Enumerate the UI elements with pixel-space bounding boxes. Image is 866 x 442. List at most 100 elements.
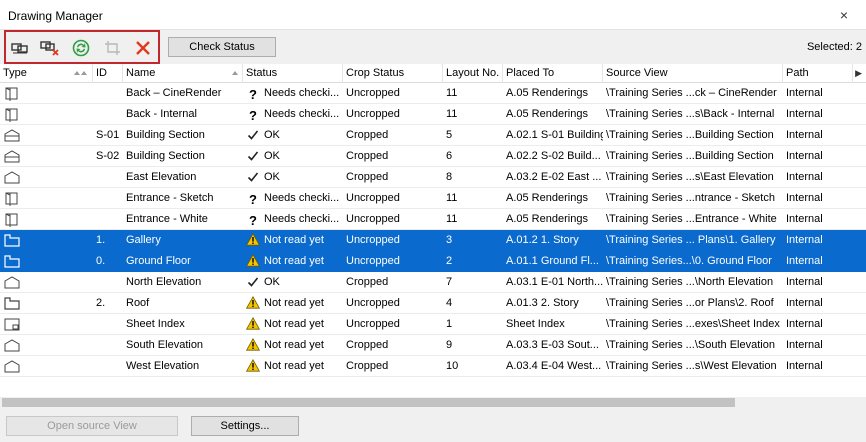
column-header-layout-no[interactable]: Layout No. — [443, 64, 503, 83]
cell-status: Not read yet — [243, 314, 343, 335]
cell-layout-no: 3 — [446, 234, 453, 246]
scroll-right-arrow-icon[interactable]: ▶ — [855, 68, 862, 79]
column-header-name[interactable]: Name — [123, 64, 243, 83]
cell-id — [93, 167, 123, 188]
table-row[interactable]: S-01 Building Section OK Cropped 5 A.02.1 S-0… — [0, 125, 866, 146]
status-text: Needs checki... — [264, 213, 340, 225]
cell-status: Not read yet — [243, 230, 343, 251]
cell-path: Internal — [786, 297, 823, 309]
status-text: Not read yet — [264, 297, 324, 309]
cell-status: Not read yet — [243, 356, 343, 377]
warning-icon — [245, 295, 261, 310]
table-row[interactable]: Back – CineRender? Needs checki... Uncropp… — [0, 83, 866, 104]
cell-name: West Elevation — [126, 360, 200, 372]
cell-placed-to: A.05 Renderings — [506, 213, 588, 225]
cell-path: Internal — [786, 318, 823, 330]
horizontal-scrollbar[interactable] — [0, 397, 866, 408]
table-header: Type ID Name Status Crop Status Layout N… — [0, 64, 866, 83]
column-header-path[interactable]: Path — [783, 64, 853, 83]
settings-button[interactable]: Settings... — [191, 416, 299, 436]
cell-source-view: \Training Series...\0. Ground Floor — [606, 255, 772, 267]
open-source-view-button[interactable]: Open source View — [6, 416, 178, 436]
selected-count: Selected: 2 — [806, 41, 862, 53]
cell-crop: Cropped — [346, 150, 389, 162]
update-icon[interactable] — [70, 37, 92, 59]
cell-placed-to: A.03.2 E-02 East ... — [506, 171, 602, 183]
link-drawing-icon[interactable] — [9, 37, 31, 59]
cell-path: Internal — [786, 171, 823, 183]
horizontal-scrollbar-thumb[interactable] — [2, 398, 735, 407]
status-text: OK — [264, 276, 280, 288]
cell-path: Internal — [786, 87, 823, 99]
cell-layout-no: 8 — [446, 171, 453, 183]
close-button[interactable]: × — [836, 7, 852, 23]
sheet-index-icon — [4, 317, 20, 332]
cell-layout-no: 5 — [446, 129, 453, 141]
cell-name: Gallery — [126, 234, 161, 246]
table-row[interactable]: Entrance - White? Needs checki... Uncroppe… — [0, 209, 866, 230]
table-row[interactable]: S-02 Building Section OK Cropped 6 A.02.2 S-0… — [0, 146, 866, 167]
cell-source-view: \Training Series ...\South Elevation — [606, 339, 775, 351]
table-row[interactable]: 2. Roof Not read yet Uncropped 4 A.01.3 2. St… — [0, 293, 866, 314]
cell-id — [93, 104, 123, 125]
cell-source-view: \Training Series ...Building Section — [606, 150, 774, 162]
column-header-type[interactable]: Type — [0, 64, 93, 83]
status-text: OK — [264, 150, 280, 162]
table-row[interactable]: Back - Internal? Needs checki... Uncropped… — [0, 104, 866, 125]
cell-crop: Uncropped — [346, 234, 400, 246]
cell-layout-no: 11 — [446, 87, 458, 99]
cell-id: 2. — [96, 297, 106, 309]
elevation-icon — [4, 275, 20, 290]
cell-status: OK — [243, 146, 343, 167]
interior-elevation-icon — [4, 191, 20, 206]
cell-name: Sheet Index — [126, 318, 185, 330]
column-header-label: Type — [3, 67, 27, 79]
check-status-button[interactable]: Check Status — [168, 37, 276, 57]
section-icon — [4, 149, 20, 164]
cell-crop: Cropped — [346, 360, 389, 372]
cell-path: Internal — [786, 108, 823, 120]
cell-name: South Elevation — [126, 339, 204, 351]
column-header-source-view[interactable]: Source View — [603, 64, 783, 83]
cell-placed-to: Sheet Index — [506, 318, 565, 330]
table-row[interactable]: Entrance - Sketch? Needs checki... Uncropp… — [0, 188, 866, 209]
toolbar-highlight-group — [4, 30, 160, 64]
checkmark-icon — [246, 171, 260, 185]
cell-placed-to: A.03.1 E-01 North... — [506, 276, 603, 288]
column-header-status[interactable]: Status — [243, 64, 343, 83]
question-mark-icon: ? — [249, 87, 257, 102]
interior-elevation-icon — [4, 86, 20, 101]
crop-icon[interactable] — [102, 37, 124, 59]
delete-icon[interactable] — [132, 37, 154, 59]
table-row[interactable]: 1. Gallery Not read yet Uncropped 3 A.01.2 1.… — [0, 230, 866, 251]
column-header-crop-status[interactable]: Crop Status — [343, 64, 443, 83]
table-row[interactable]: South Elevation Not read yet Cropped 9 A.03.… — [0, 335, 866, 356]
table-row[interactable]: Sheet Index Not read yet Uncropped 1 Sheet I… — [0, 314, 866, 335]
cell-layout-no: 6 — [446, 150, 453, 162]
cell-layout-no: 11 — [446, 213, 458, 225]
cell-status: ? Needs checki... — [243, 104, 343, 125]
table-row[interactable]: North Elevation OK Cropped 7 A.03.1 E-01 Nor… — [0, 272, 866, 293]
cell-status: Not read yet — [243, 293, 343, 314]
cell-placed-to: A.03.4 E-04 West... — [506, 360, 602, 372]
cell-source-view: \Training Series ...s\Back - Internal — [606, 108, 775, 120]
cell-layout-no: 9 — [446, 339, 453, 351]
column-header-label: Name — [126, 67, 156, 79]
cell-id — [93, 188, 123, 209]
warning-icon — [245, 253, 261, 268]
column-header-placed-to[interactable]: Placed To — [503, 64, 603, 83]
checkmark-icon — [246, 150, 260, 164]
cell-crop: Cropped — [346, 129, 389, 141]
cell-name: Back – CineRender — [126, 87, 222, 99]
column-header-id[interactable]: ID — [93, 64, 123, 83]
table-row[interactable]: 0. Ground Floor Not read yet Uncropped 2 A.01… — [0, 251, 866, 272]
table-row[interactable]: West Elevation Not read yet Cropped 10 A.03.… — [0, 356, 866, 377]
cell-source-view: \Training Series ...ck – CineRender — [606, 87, 777, 99]
question-mark-icon: ? — [249, 108, 257, 123]
table-row[interactable]: East Elevation OK Cropped 8 A.03.2 E-02 East… — [0, 167, 866, 188]
cell-name: Building Section — [126, 129, 205, 141]
cell-placed-to: A.05 Renderings — [506, 87, 588, 99]
cell-crop: Cropped — [346, 276, 389, 288]
unlink-drawing-icon[interactable] — [39, 37, 61, 59]
cell-name: Roof — [126, 297, 150, 309]
